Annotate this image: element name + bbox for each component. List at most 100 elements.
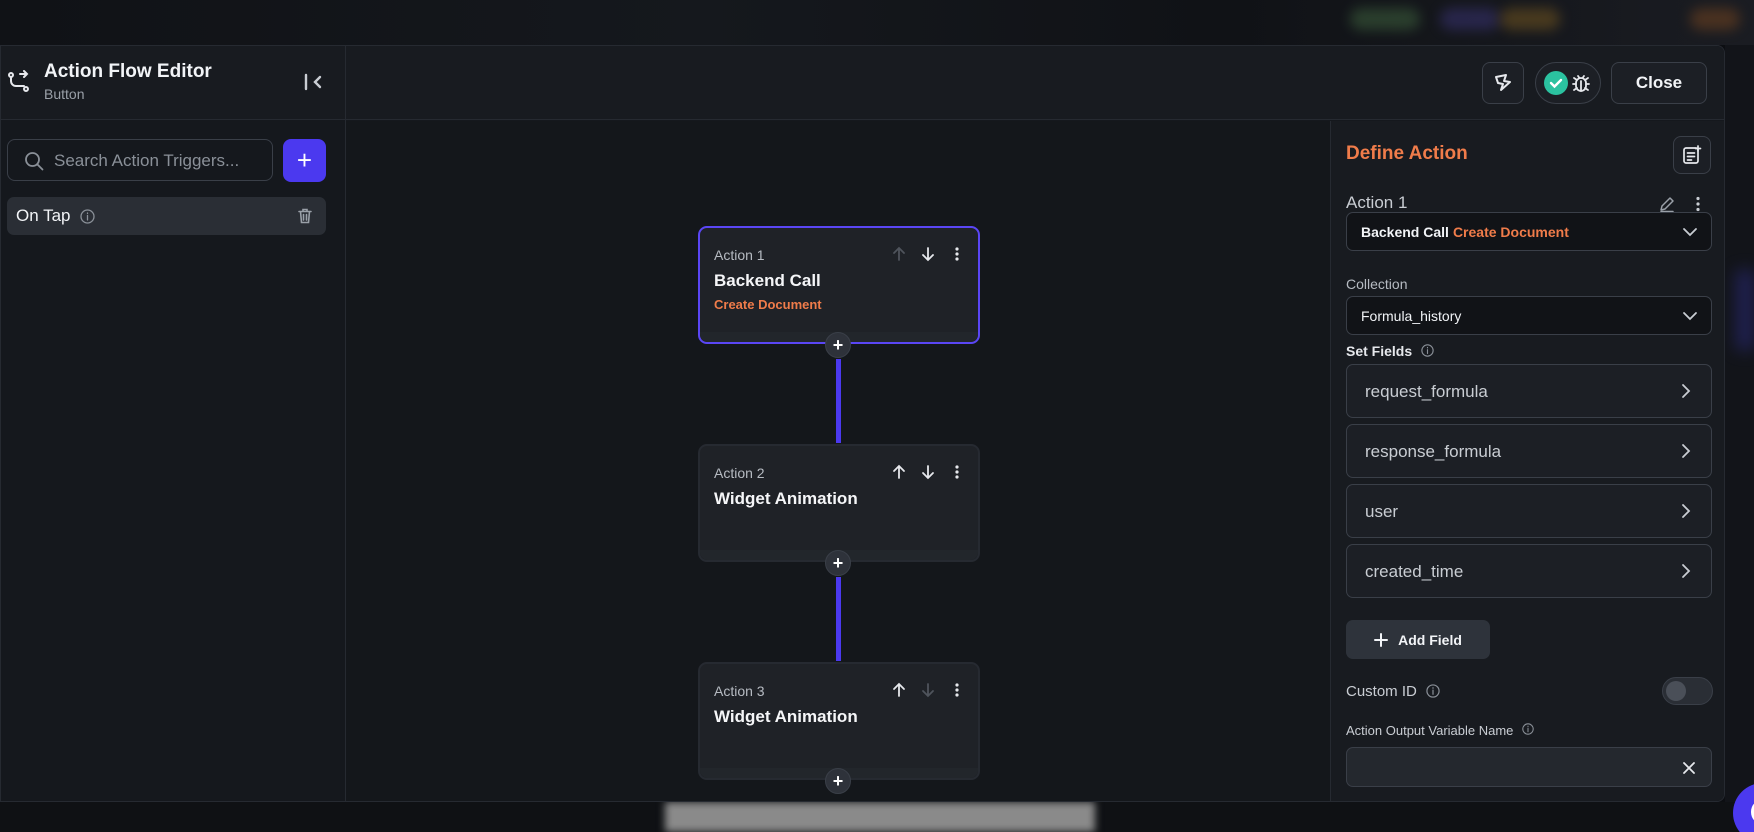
- action-detail: Create Document: [714, 297, 822, 312]
- node-controls: [889, 462, 966, 481]
- toggle-knob: [1666, 681, 1686, 701]
- check-icon: [1544, 71, 1568, 95]
- close-button[interactable]: Close: [1611, 62, 1707, 104]
- field-name: user: [1365, 502, 1399, 521]
- field-row-user[interactable]: user: [1346, 484, 1712, 538]
- flutterflow-icon: [1495, 74, 1511, 91]
- chevron-right-icon: [1682, 444, 1691, 458]
- background-app-bottom: [0, 802, 1754, 832]
- documentation-button[interactable]: [1673, 136, 1711, 174]
- action-flow-editor-modal: Action Flow Editor Button Close + On: [0, 45, 1725, 802]
- add-action-button[interactable]: +: [825, 332, 851, 358]
- background-blur: [1690, 8, 1740, 30]
- chevron-down-icon: [1683, 312, 1697, 321]
- info-icon[interactable]: [1522, 723, 1534, 735]
- close-icon[interactable]: [1681, 760, 1697, 776]
- background-blur: [1350, 8, 1420, 30]
- background-app-toolbar: [0, 0, 1754, 45]
- field-row-response-formula[interactable]: response_formula: [1346, 424, 1712, 478]
- arrow-down-icon[interactable]: [918, 462, 937, 481]
- action-type-primary: Backend Call: [1361, 224, 1449, 240]
- action-type-value: Backend Call Create Document: [1361, 224, 1569, 240]
- action-number: Action 3: [714, 683, 765, 699]
- more-vertical-icon[interactable]: [947, 244, 966, 263]
- info-icon[interactable]: [80, 209, 95, 224]
- chevron-right-icon: [1682, 384, 1691, 398]
- bug-icon: [1572, 75, 1590, 92]
- search-input[interactable]: [54, 150, 264, 172]
- field-row-created-time[interactable]: created_time: [1346, 544, 1712, 598]
- collapse-panel-icon[interactable]: [303, 73, 325, 91]
- collection-label: Collection: [1346, 276, 1408, 292]
- add-field-label: Add Field: [1398, 631, 1462, 648]
- trigger-label: On Tap: [16, 206, 71, 225]
- info-icon[interactable]: [1421, 344, 1434, 357]
- action-flow-icon: [8, 70, 29, 92]
- node-controls: [889, 680, 966, 699]
- field-name: request_formula: [1365, 382, 1488, 401]
- flow-connector: [836, 359, 841, 443]
- add-action-button[interactable]: +: [825, 550, 851, 576]
- custom-id-toggle[interactable]: [1662, 677, 1713, 705]
- field-row-request-formula[interactable]: request_formula: [1346, 364, 1712, 418]
- action-node-1[interactable]: Action 1 Backend Call Create Document: [698, 226, 980, 344]
- output-variable-label: Action Output Variable Name: [1346, 723, 1534, 738]
- arrow-up-icon[interactable]: [889, 462, 908, 481]
- edit-icon[interactable]: [1658, 195, 1676, 213]
- action-number: Action 2: [714, 465, 765, 481]
- action-name: Backend Call: [714, 271, 821, 290]
- define-action-panel: Define Action Action 1 Backend Call Creat…: [1330, 121, 1724, 801]
- page-subtitle: Button: [44, 86, 85, 102]
- search-triggers-field[interactable]: [7, 139, 273, 181]
- action-number: Action 1: [714, 247, 765, 263]
- arrow-up-icon[interactable]: [889, 244, 908, 263]
- background-blur: [1500, 8, 1560, 30]
- field-name: response_formula: [1365, 442, 1502, 461]
- add-field-button[interactable]: Add Field: [1346, 620, 1490, 659]
- plus-icon: [1374, 632, 1389, 647]
- action-type-select[interactable]: Backend Call Create Document: [1346, 212, 1712, 251]
- background-blur: [1440, 8, 1500, 30]
- collection-value: Formula_history: [1361, 308, 1462, 324]
- action-label: Action 1: [1346, 193, 1408, 212]
- chevron-down-icon: [1683, 228, 1697, 237]
- action-name: Widget Animation: [714, 489, 858, 508]
- add-trigger-button[interactable]: +: [283, 139, 326, 182]
- widget-tree-button[interactable]: [1482, 62, 1524, 104]
- custom-id-label: Custom ID: [1346, 683, 1440, 700]
- flow-connector: [836, 577, 841, 661]
- arrow-down-icon[interactable]: [918, 680, 937, 699]
- output-variable-text: Action Output Variable Name: [1346, 723, 1514, 738]
- trash-icon[interactable]: [296, 207, 314, 225]
- action-name: Widget Animation: [714, 707, 858, 726]
- document-add-icon: [1683, 145, 1702, 164]
- flow-canvas[interactable]: Action 1 Backend Call Create Document + …: [346, 121, 1330, 801]
- set-fields-text: Set Fields: [1346, 343, 1413, 359]
- field-name: created_time: [1365, 562, 1464, 581]
- info-icon[interactable]: [1426, 684, 1440, 698]
- custom-id-text: Custom ID: [1346, 683, 1417, 700]
- search-icon: [25, 152, 44, 171]
- background-app-right: [1725, 45, 1754, 802]
- status-debug-button[interactable]: [1535, 62, 1601, 104]
- more-vertical-icon[interactable]: [947, 680, 966, 699]
- action-node-3[interactable]: Action 3 Widget Animation: [698, 662, 980, 780]
- background-blur: [665, 802, 1095, 832]
- chevron-right-icon: [1682, 564, 1691, 578]
- collection-select[interactable]: Formula_history: [1346, 296, 1712, 335]
- set-fields-label: Set Fields: [1346, 343, 1434, 359]
- node-controls: [889, 244, 966, 263]
- arrow-up-icon[interactable]: [889, 680, 908, 699]
- more-vertical-icon[interactable]: [1689, 195, 1707, 213]
- trigger-item-on-tap[interactable]: On Tap: [7, 197, 326, 235]
- arrow-down-icon[interactable]: [918, 244, 937, 263]
- action-node-2[interactable]: Action 2 Widget Animation: [698, 444, 980, 562]
- modal-header: Action Flow Editor Button Close: [1, 46, 1724, 120]
- add-action-button[interactable]: +: [825, 768, 851, 794]
- panel-title: Define Action: [1346, 143, 1468, 164]
- more-vertical-icon[interactable]: [947, 462, 966, 481]
- page-title: Action Flow Editor: [44, 61, 212, 82]
- output-variable-field[interactable]: [1346, 747, 1712, 787]
- output-variable-input[interactable]: [1359, 757, 1659, 779]
- action-type-secondary: Create Document: [1452, 224, 1569, 240]
